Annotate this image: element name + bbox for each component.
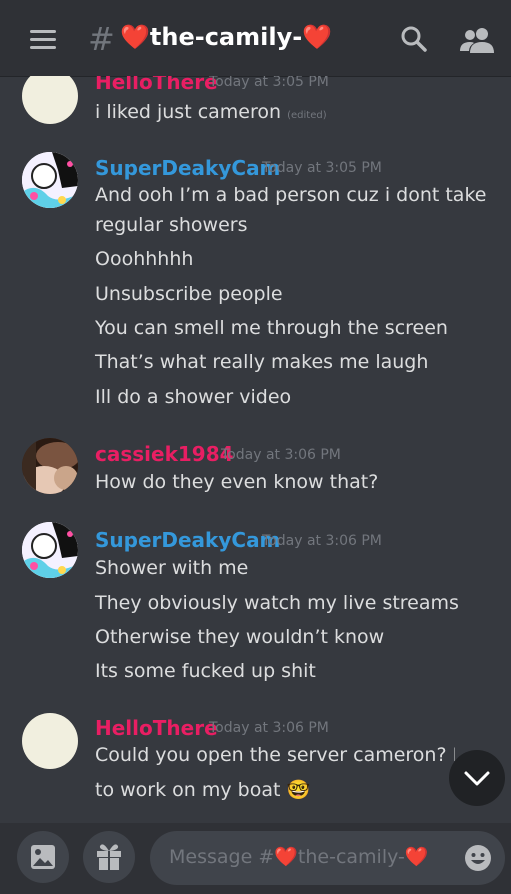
timestamp: Today at 3:06 PM <box>262 533 382 549</box>
timestamp: Today at 3:06 PM <box>221 447 341 463</box>
message-list[interactable]: HelloThere Today at 3:05 PM i liked just… <box>0 76 511 823</box>
avatar[interactable] <box>22 522 78 578</box>
image-icon <box>31 845 55 869</box>
heart-emoji: ❤️ <box>302 23 333 51</box>
message-text: Could you open the server cameron? I w <box>95 744 455 766</box>
message-placeholder: Message #❤️the-camily-❤️ <box>169 846 429 868</box>
edited-label: (edited) <box>287 110 327 121</box>
menu-icon[interactable] <box>30 30 56 50</box>
username[interactable]: SuperDeakyCam <box>95 528 280 552</box>
message-text: Otherwise they wouldn’t know <box>95 626 385 648</box>
message-text: Ooohhhhh <box>95 248 194 270</box>
channel-title[interactable]: ❤️the-camily-❤️ <box>120 23 332 51</box>
heart-emoji: ❤️ <box>120 23 150 51</box>
avatar[interactable] <box>22 438 78 494</box>
composer-bar: Message #❤️the-camily-❤️ <box>0 823 511 894</box>
chevron-down-icon <box>464 771 490 786</box>
message-text: to work on my boat 🤓 <box>95 779 311 801</box>
search-icon[interactable] <box>399 24 429 54</box>
jump-to-bottom-button[interactable] <box>449 750 505 806</box>
message-input[interactable]: Message #❤️the-camily-❤️ <box>150 831 505 885</box>
avatar[interactable] <box>22 152 78 208</box>
username[interactable]: SuperDeakyCam <box>95 156 280 180</box>
message-text: Its some fucked up shit <box>95 660 316 682</box>
gift-icon <box>97 844 121 870</box>
message-text: Ill do a shower video <box>95 386 292 408</box>
message-text: They obviously watch my live streams <box>95 592 459 614</box>
timestamp: Today at 3:05 PM <box>262 160 382 176</box>
message-text: regular showers <box>95 214 248 236</box>
username[interactable]: cassiek1984 <box>95 442 234 466</box>
emoji-icon[interactable] <box>463 843 493 873</box>
gift-button[interactable] <box>83 831 135 883</box>
message-text: You can smell me through the screen <box>95 317 448 339</box>
timestamp: Today at 3:06 PM <box>209 720 329 736</box>
avatar[interactable] <box>22 713 78 769</box>
message-text: Shower with me <box>95 557 249 579</box>
timestamp: Today at 3:05 PM <box>209 76 329 90</box>
message-text: That’s what really makes me laugh <box>95 351 429 373</box>
upload-image-button[interactable] <box>17 831 69 883</box>
channel-name: the-camily- <box>149 23 303 51</box>
message-text: And ooh I’m a bad person cuz i dont take <box>95 184 487 206</box>
members-icon[interactable] <box>460 27 496 53</box>
nerd-face-emoji: 🤓 <box>286 779 311 801</box>
message-text: How do they even know that? <box>95 471 379 493</box>
username[interactable]: HelloThere <box>95 76 218 94</box>
username[interactable]: HelloThere <box>95 716 218 740</box>
heart-emoji: ❤️ <box>274 846 298 868</box>
message-text: Unsubscribe people <box>95 283 283 305</box>
hash-icon: # <box>88 20 115 58</box>
channel-header: # ❤️the-camily-❤️ <box>0 0 511 76</box>
message-text: i liked just cameron (edited) <box>95 101 327 123</box>
heart-emoji: ❤️ <box>404 846 429 868</box>
avatar[interactable] <box>22 76 78 124</box>
